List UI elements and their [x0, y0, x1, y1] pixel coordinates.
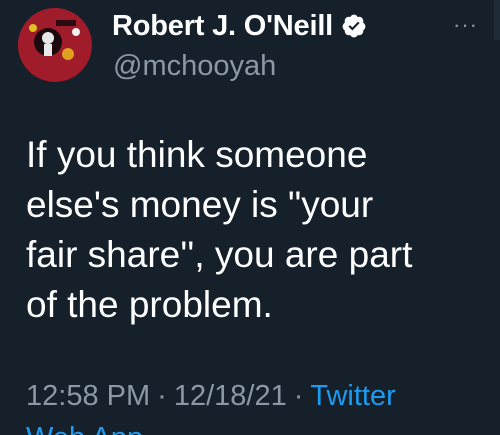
tweet-source-link[interactable]: Twitter	[310, 380, 395, 412]
tweet-time[interactable]: 12:58 PM	[26, 380, 150, 412]
tweet-meta: 12:58 PM · 12/18/21 · Twitter	[26, 380, 396, 413]
tweet-text-line: If you think someone	[26, 134, 368, 175]
meta-separator: ·	[293, 380, 304, 412]
tweet-source-link-continued[interactable]: Web App	[26, 424, 143, 435]
author-name-row[interactable]: Robert J. O'Neill	[112, 6, 367, 46]
display-name[interactable]: Robert J. O'Neill	[112, 10, 333, 43]
tweet-text-line: else's money is "your	[26, 184, 374, 225]
scrollbar[interactable]	[494, 0, 500, 40]
profile-avatar[interactable]	[18, 8, 92, 82]
verified-badge-icon	[341, 13, 367, 39]
more-options-icon[interactable]: ···	[453, 14, 478, 36]
tweet-text-line: fair share'', you are part	[26, 234, 413, 275]
tweet-text-line: of the problem.	[26, 284, 273, 325]
meta-separator: ·	[157, 380, 167, 412]
tweet-card: Robert J. O'Neill @mchooyah ··· If you t…	[0, 0, 500, 435]
tweet-date[interactable]: 12/18/21	[174, 380, 287, 412]
author-handle[interactable]: @mchooyah	[113, 50, 276, 83]
tweet-text: If you think someone else's money is "yo…	[26, 130, 486, 330]
avatar-image-icon	[18, 8, 92, 82]
